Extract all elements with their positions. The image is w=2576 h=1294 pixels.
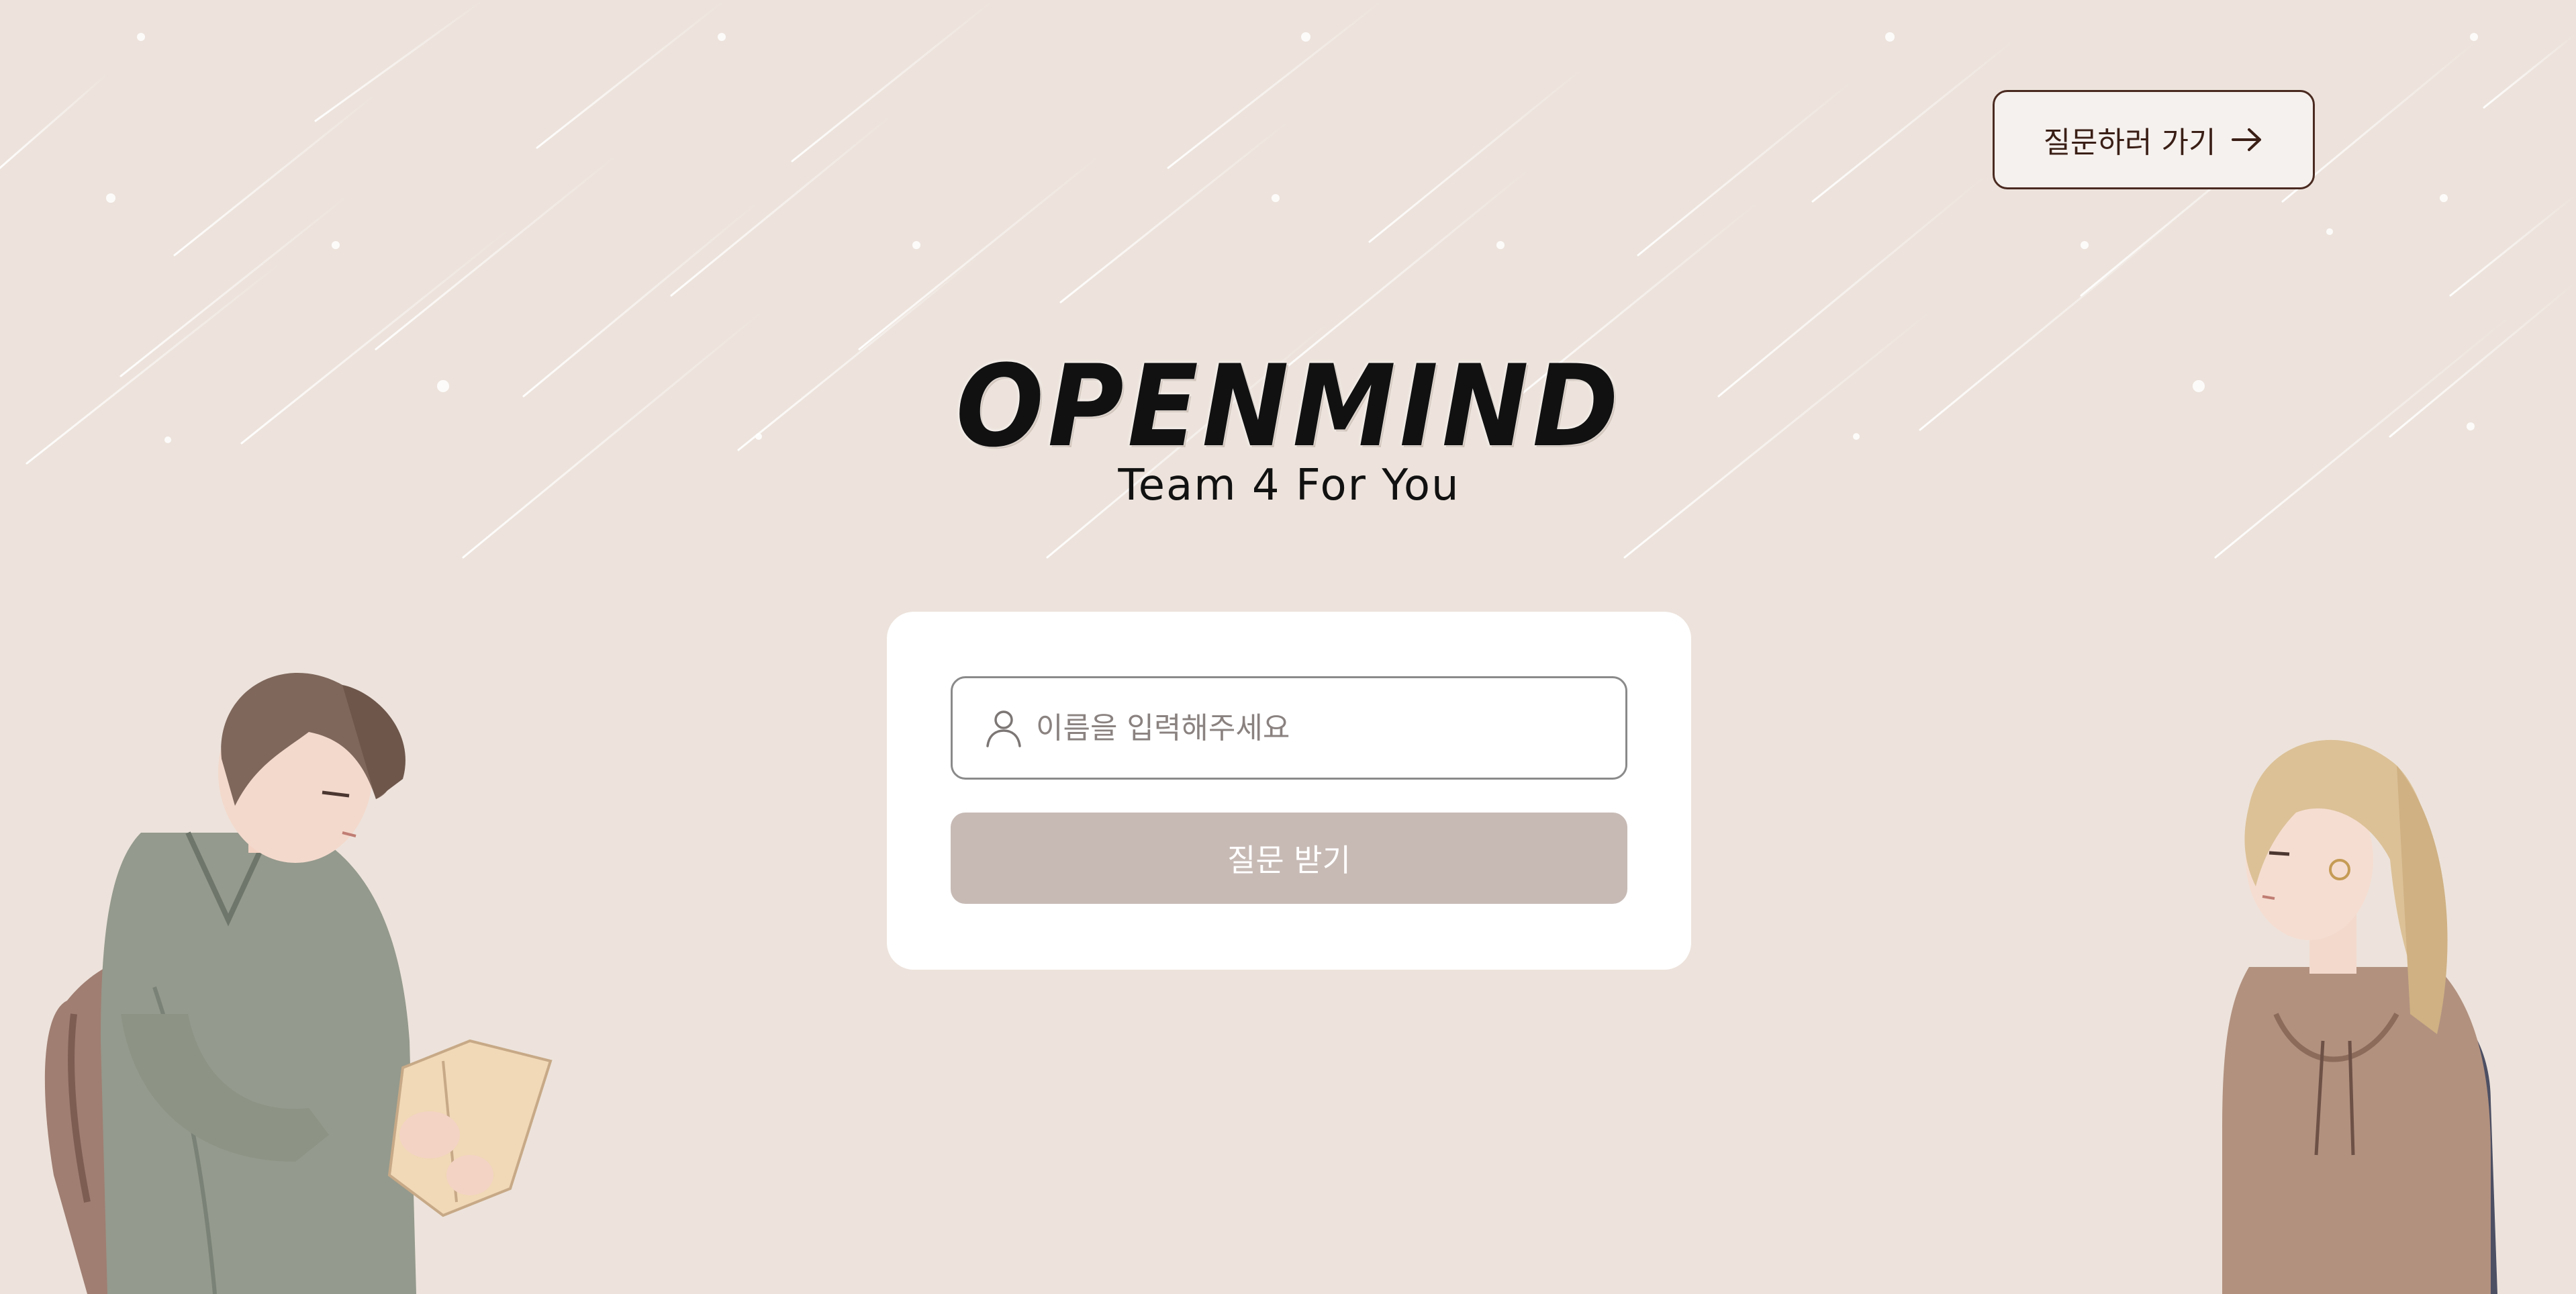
go-to-questions-button[interactable]: 질문하러 가기 bbox=[1993, 90, 2315, 189]
receive-questions-label: 질문 받기 bbox=[1227, 842, 1351, 878]
go-to-questions-label: 질문하러 가기 bbox=[2043, 126, 2216, 160]
logo-title: OPENMIND bbox=[955, 340, 1623, 472]
girl-illustration bbox=[2222, 739, 2497, 1294]
landing-page: 질문하러 가기 OPENMIND Team 4 For You 질문 받기 bbox=[0, 0, 2576, 1294]
name-field[interactable] bbox=[951, 676, 1627, 780]
logo: OPENMIND Team 4 For You bbox=[920, 349, 1658, 510]
user-icon bbox=[986, 710, 1021, 747]
name-input[interactable] bbox=[1035, 710, 1615, 746]
signup-card: 질문 받기 bbox=[887, 612, 1691, 970]
arrow-right-icon bbox=[2232, 128, 2262, 151]
boy-reading-illustration bbox=[44, 673, 553, 1294]
receive-questions-button[interactable]: 질문 받기 bbox=[951, 813, 1627, 904]
